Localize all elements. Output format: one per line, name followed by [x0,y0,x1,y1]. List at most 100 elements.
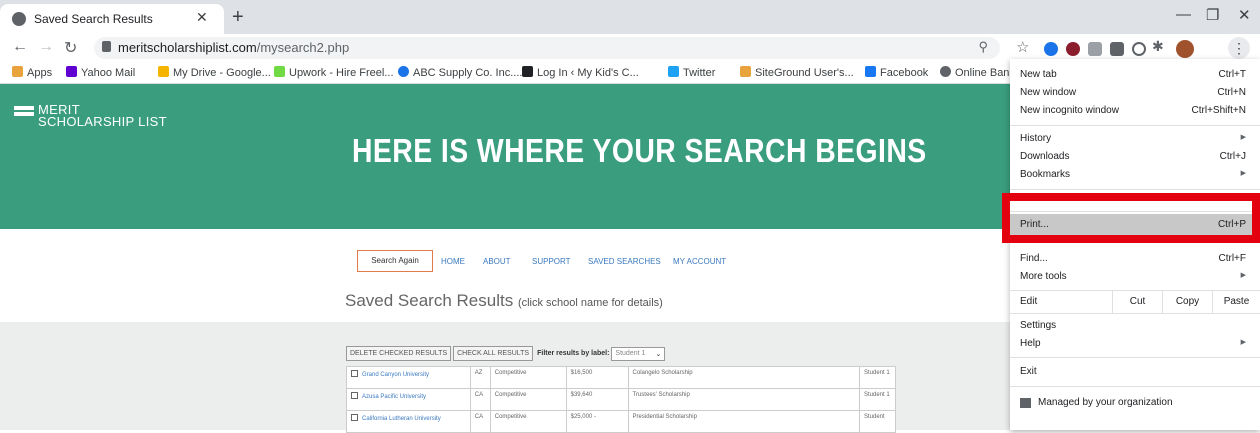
extension-icon[interactable] [1110,42,1124,56]
check-all-button[interactable]: CHECK ALL RESULTS [453,346,534,361]
menu-edit-label: Edit [1020,296,1038,307]
nav-about[interactable]: ABOUT [483,257,511,266]
menu-managed[interactable]: Managed by your organization [1010,393,1260,413]
extension-icon[interactable] [1066,42,1080,56]
label-cell: Student 1 [858,366,897,389]
nav-support[interactable]: SUPPORT [532,257,571,266]
filter-label: Filter results by label: [537,350,610,357]
menu-downloads[interactable]: Downloads Ctrl+J [1010,147,1260,167]
bookmark-item[interactable]: Facebook [865,66,928,79]
amount-cell: $16,500 [565,366,629,389]
menu-more-tools[interactable]: More tools ▶ [1010,267,1260,287]
hero-headline: HERE IS WHERE YOUR SEARCH BEGINS [352,132,927,169]
google-drive-icon [158,66,169,77]
reload-icon[interactable]: ↻ [64,38,77,58]
menu-paste[interactable]: Paste [1212,291,1260,313]
table-row: Grand Canyon University AZ Competitive $… [346,366,897,389]
delete-checked-button[interactable]: DELETE CHECKED RESULTS [346,346,452,361]
bookmark-item[interactable]: ABC Supply Co. Inc.... [398,66,522,79]
award-cell: Presidential Scholarship [627,410,860,433]
lock-icon [102,41,111,52]
extensions-puzzle-icon[interactable]: ✱ [1152,38,1164,55]
menu-cut[interactable]: Cut [1112,291,1162,313]
restore-icon[interactable]: ❐ [1206,6,1219,24]
menu-divider [1010,313,1260,314]
browser-tab[interactable]: Saved Search Results ✕ [0,4,224,34]
row-checkbox[interactable] [351,414,358,421]
page-title-hint: (click school name for details) [517,297,663,309]
state-cell: CA [469,388,491,411]
bookmark-item[interactable]: SiteGround User's... [740,66,854,79]
new-tab-button[interactable]: + [232,6,244,29]
minimize-icon[interactable]: — [1176,6,1191,23]
menu-new-incognito[interactable]: New incognito window Ctrl+Shift+N [1010,101,1260,121]
abc-supply-icon [398,66,409,77]
bookmark-item[interactable]: Log In ‹ My Kid's C... [522,66,639,79]
submenu-arrow-icon: ▶ [1240,134,1246,141]
menu-copy[interactable]: Copy [1162,291,1212,313]
graduation-cap-icon [522,66,533,77]
page-title: Saved Search Results (click school name … [345,291,663,310]
menu-new-tab[interactable]: New tab Ctrl+T [1010,65,1260,85]
menu-help[interactable]: Help ▶ [1010,334,1260,354]
table-row: California Lutheran University CA Compet… [346,410,897,433]
menu-settings[interactable]: Settings [1010,316,1260,336]
amount-cell: $25,000 - [565,410,629,433]
forward-icon[interactable]: → [38,38,54,56]
bookmark-item[interactable]: My Drive - Google... [158,66,271,79]
results-actions: DELETE CHECKED RESULTS CHECK ALL RESULTS F… [346,346,666,361]
results-table: Grand Canyon University AZ Competitive $… [346,366,897,433]
bookmark-item[interactable]: Upwork - Hire Freel... [274,66,394,79]
type-cell: Competitive [489,366,567,389]
address-bar[interactable]: meritscholarshiplist.com/mysearch2.php ⚲ [94,37,1000,59]
type-cell: Competitive [489,388,567,411]
extension-icon[interactable] [1132,42,1146,56]
chrome-menu: New tab Ctrl+T New window Ctrl+N New incog… [1010,59,1260,430]
bookmark-item[interactable]: Apps [12,66,52,79]
school-link[interactable]: California Lutheran University [362,416,441,422]
avatar[interactable] [1176,40,1194,58]
facebook-icon [865,66,876,77]
menu-edit-row: Edit Cut Copy Paste [1010,291,1260,313]
menu-new-window[interactable]: New window Ctrl+N [1010,83,1260,103]
chevron-down-icon: ⌄ [655,351,662,358]
table-row: Azusa Pacific University CA Competitive … [346,388,897,411]
menu-divider [1010,125,1260,126]
search-again-button[interactable]: Search Again [357,250,433,272]
url-text: meritscholarshiplist.com/mysearch2.php [118,40,350,55]
nav-saved-searches[interactable]: SAVED SEARCHES [588,257,661,266]
kebab-menu-icon[interactable]: ⋮ [1228,37,1250,59]
extension-icon[interactable] [1044,42,1058,56]
label-filter-select[interactable]: Student 1 ⌄ [611,347,666,361]
menu-find[interactable]: Find... Ctrl+F [1010,249,1260,269]
nav-home[interactable]: HOME [441,257,465,266]
label-cell: Student [858,410,897,433]
close-tab-icon[interactable]: ✕ [196,9,208,26]
row-checkbox[interactable] [351,370,358,377]
apps-grid-icon [12,66,23,77]
menu-exit[interactable]: Exit [1010,362,1260,382]
menu-bookmarks[interactable]: Bookmarks ▶ [1010,165,1260,185]
back-icon[interactable]: ← [12,38,28,56]
book-stack-icon [14,106,34,122]
menu-divider [1010,386,1260,387]
close-window-icon[interactable]: ✕ [1238,6,1251,24]
upwork-icon [274,66,285,77]
zoom-icon[interactable]: ⚲ [978,39,988,55]
state-cell: CA [469,410,491,433]
award-cell: Trustees' Scholarship [627,388,860,411]
menu-history[interactable]: History ▶ [1010,129,1260,149]
extension-icon[interactable] [1088,42,1102,56]
yahoo-mail-icon [66,66,77,77]
twitter-icon [668,66,679,77]
row-checkbox[interactable] [351,392,358,399]
globe-icon [940,66,951,77]
bookmark-star-icon[interactable]: ☆ [1016,38,1029,56]
school-link[interactable]: Azusa Pacific University [362,394,426,400]
tab-strip: Saved Search Results ✕ + — ❐ ✕ [0,0,1260,34]
bookmark-item[interactable]: Twitter [668,66,715,79]
bookmark-item[interactable]: Yahoo Mail [66,66,135,79]
type-cell: Competitive [489,410,567,433]
nav-my-account[interactable]: MY ACCOUNT [673,257,726,266]
school-link[interactable]: Grand Canyon University [362,372,429,378]
